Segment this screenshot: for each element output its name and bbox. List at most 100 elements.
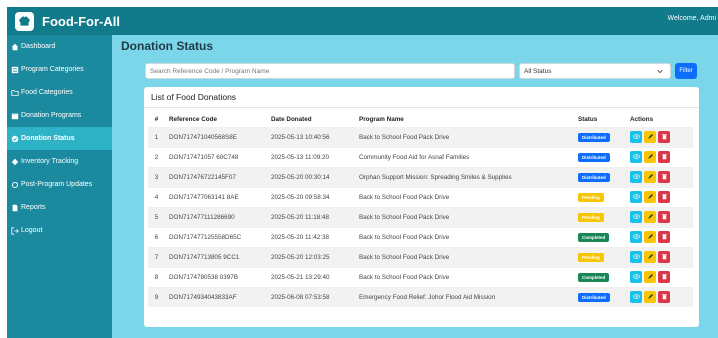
- delete-button[interactable]: [658, 151, 670, 163]
- edit-button[interactable]: [644, 271, 656, 283]
- status-badge: Completed: [578, 232, 610, 242]
- eye-icon: [632, 293, 640, 302]
- delete-button[interactable]: [658, 251, 670, 263]
- refresh-icon: [11, 181, 19, 189]
- date-donated: 2025-05-21 13:29:40: [267, 266, 355, 287]
- eye-icon: [632, 133, 640, 142]
- column-header-program-name: Program Name: [359, 116, 404, 124]
- view-button[interactable]: [630, 191, 642, 203]
- view-button[interactable]: [630, 231, 642, 243]
- actions-cell: [626, 286, 693, 307]
- trash-icon: [661, 133, 668, 142]
- status-select[interactable]: All Status: [519, 63, 671, 79]
- sidebar-item-donation-status[interactable]: Donation Status: [7, 127, 112, 150]
- date-donated: 2025-05-20 12:03:25: [267, 246, 355, 267]
- edit-button[interactable]: [644, 231, 656, 243]
- search-input[interactable]: [145, 63, 515, 79]
- actions-cell: [626, 226, 693, 247]
- inventory-icon: [11, 158, 19, 166]
- card-divider: [144, 107, 699, 108]
- view-button[interactable]: [630, 211, 642, 223]
- pencil-icon: [647, 173, 654, 182]
- row-number: 9: [148, 286, 165, 307]
- trash-icon: [661, 213, 668, 222]
- row-number: 5: [148, 206, 165, 227]
- delete-button[interactable]: [658, 211, 670, 223]
- status-badge: Distributed: [578, 172, 610, 182]
- date-donated: 2025-05-20 11:18:48: [267, 206, 355, 227]
- reference-code: DON717477063141 8AE: [165, 186, 267, 207]
- actions-cell: [626, 206, 693, 227]
- table-row: 9 DON7174934043833AF 2025-06-08 07:53:58 Em…: [148, 286, 693, 307]
- sidebar-item-dashboard[interactable]: Dashboard: [7, 35, 112, 58]
- home-icon: [11, 43, 19, 51]
- sidebar-item-inventory-tracking[interactable]: Inventory Tracking: [7, 150, 112, 173]
- date-donated: 2025-05-13 10:40:56: [267, 126, 355, 147]
- sidebar-item-donation-programs[interactable]: Donation Programs: [7, 104, 112, 127]
- status-cell: Distributed: [574, 126, 626, 147]
- status-cell: Distributed: [574, 166, 626, 187]
- sidebar-item-label: Inventory Tracking: [21, 158, 79, 165]
- trash-icon: [661, 193, 668, 202]
- edit-button[interactable]: [644, 191, 656, 203]
- sidebar: Dashboard Program Categories Food Catego…: [7, 35, 112, 338]
- reference-code: DON717477111286690: [165, 206, 267, 227]
- status-cell: Pending: [574, 186, 626, 207]
- filter-button[interactable]: Filter: [675, 63, 697, 79]
- edit-button[interactable]: [644, 151, 656, 163]
- logout-icon: [11, 226, 19, 235]
- sidebar-item-program-categories[interactable]: Program Categories: [7, 58, 112, 81]
- view-button[interactable]: [630, 131, 642, 143]
- status-cell: Completed: [574, 226, 626, 247]
- delete-button[interactable]: [658, 131, 670, 143]
- edit-button[interactable]: [644, 131, 656, 143]
- sidebar-item-label: Donation Status: [21, 135, 75, 142]
- list-icon: [11, 66, 19, 74]
- sidebar-item-post-program-updates[interactable]: Post-Program Updates: [7, 173, 112, 196]
- column-header-actions: Actions: [630, 116, 654, 124]
- view-button[interactable]: [630, 151, 642, 163]
- delete-button[interactable]: [658, 191, 670, 203]
- row-actions: [630, 231, 693, 243]
- sidebar-item-label: Reports: [21, 204, 46, 211]
- brand[interactable]: Food-For-All: [15, 11, 120, 31]
- trash-icon: [661, 273, 668, 282]
- row-actions: [630, 211, 693, 223]
- view-button[interactable]: [630, 171, 642, 183]
- program-name: Orphan Support Mission: Spreading Smiles…: [355, 166, 574, 187]
- delete-button[interactable]: [658, 171, 670, 183]
- table-row: 7 DON71747713805 9CC1 2025-05-20 12:03:25 B…: [148, 246, 693, 267]
- delete-button[interactable]: [658, 231, 670, 243]
- table-row: 1 DON717471040568S8E 2025-05-13 10:40:56 Ba…: [148, 126, 693, 147]
- status-icon: [11, 135, 19, 143]
- eye-icon: [632, 153, 640, 162]
- edit-button[interactable]: [644, 291, 656, 304]
- sidebar-item-food-categories[interactable]: Food Categories: [7, 81, 112, 104]
- view-button[interactable]: [630, 251, 642, 263]
- edit-button[interactable]: [644, 251, 656, 263]
- status-cell: Pending: [574, 206, 626, 227]
- date-donated: 2025-05-13 11:09:20: [267, 146, 355, 167]
- donations-card: List of Food Donations # Reference Code …: [144, 87, 699, 327]
- status-cell: Distributed: [574, 146, 626, 167]
- status-badge: Pending: [578, 252, 604, 262]
- edit-button[interactable]: [644, 211, 656, 223]
- edit-button[interactable]: [644, 171, 656, 183]
- program-name: Back to School Food Pack Drive: [355, 266, 574, 287]
- delete-button[interactable]: [658, 291, 670, 304]
- table-row: 6 DON717477125558D65C 2025-05-20 11:42:38 B…: [148, 226, 693, 247]
- row-actions: [630, 251, 693, 263]
- sidebar-item-logout[interactable]: Logout: [7, 219, 112, 242]
- trash-icon: [661, 153, 668, 162]
- delete-button[interactable]: [658, 271, 670, 283]
- status-select-value: All Status: [524, 67, 552, 75]
- row-number: 7: [148, 246, 165, 267]
- row-actions: [630, 291, 693, 304]
- table-row: 3 DON717476722145F07 2025-05-20 00:30:14 Or…: [148, 166, 693, 187]
- welcome-text: Welcome, Admi: [667, 15, 717, 22]
- view-button[interactable]: [630, 271, 642, 283]
- sidebar-item-reports[interactable]: Reports: [7, 196, 112, 219]
- pencil-icon: [647, 153, 654, 162]
- sidebar-item-label: Logout: [21, 227, 43, 234]
- view-button[interactable]: [630, 291, 642, 304]
